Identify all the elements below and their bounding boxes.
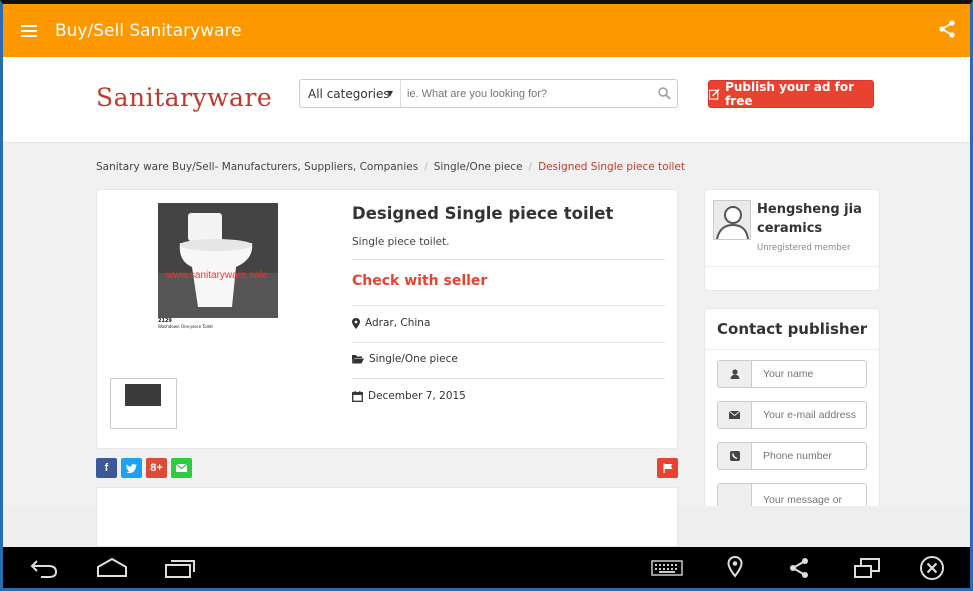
breadcrumb: Sanitary ware Buy/Sell- Manufacturers, S… <box>96 161 685 173</box>
twitter-share-button[interactable] <box>121 458 142 478</box>
search-icon[interactable] <box>651 87 677 100</box>
listing-date: December 7, 2015 <box>352 390 466 402</box>
listing-thumbnail[interactable] <box>110 378 177 429</box>
listing-card: www.sanitaryware.sale 2129 Washdown One-… <box>96 189 678 449</box>
map-marker-icon <box>352 317 360 329</box>
listing-category: Single/One piece <box>352 353 458 365</box>
email-share-button[interactable] <box>171 458 192 478</box>
seller-status: Unregistered member <box>757 243 851 253</box>
hamburger-icon[interactable] <box>3 24 55 37</box>
home-icon[interactable] <box>95 557 129 583</box>
site-header: Sanitaryware All categories ▼ Publish yo… <box>3 57 970 143</box>
window-resize-icon[interactable] <box>853 557 881 583</box>
listing-category-text[interactable]: Single/One piece <box>369 353 458 365</box>
listing-description-card <box>96 487 678 547</box>
photo-caption: 2129 Washdown One-piece Toilet <box>158 318 278 356</box>
listing-title: Designed Single piece toilet <box>352 204 614 223</box>
share-icon[interactable] <box>788 557 810 583</box>
report-flag-button[interactable] <box>657 458 678 478</box>
folder-open-icon <box>352 355 364 364</box>
divider <box>352 342 665 343</box>
listing-main-photo[interactable]: www.sanitaryware.sale <box>158 203 278 318</box>
envelope-icon <box>176 464 187 472</box>
app-window: Buy/Sell Sanitaryware Sanitaryware All c… <box>0 0 973 591</box>
publish-ad-label: Publish your ad for free <box>725 80 855 108</box>
caret-down-icon: ▼ <box>386 89 393 98</box>
phone-input[interactable] <box>752 443 866 469</box>
listing-location: Adrar, China <box>352 317 430 329</box>
listing-location-text: Adrar, China <box>365 317 431 329</box>
android-navigation-bar <box>3 547 970 588</box>
back-icon[interactable] <box>29 557 59 583</box>
email-field <box>717 401 867 429</box>
divider <box>705 266 879 267</box>
search-input[interactable] <box>401 80 651 107</box>
photo-watermark: www.sanitaryware.sale <box>166 270 268 281</box>
search-bar: All categories ▼ <box>299 79 678 108</box>
name-input[interactable] <box>752 361 866 387</box>
recent-apps-icon[interactable] <box>163 557 197 583</box>
breadcrumb-separator: / <box>424 161 428 173</box>
listing-subtitle: Single piece toilet. <box>352 236 450 248</box>
listing-date-text: December 7, 2015 <box>368 390 466 402</box>
breadcrumb-item-current: Designed Single piece toilet <box>538 161 685 173</box>
category-select-value: All categories <box>308 86 390 101</box>
envelope-icon <box>718 402 752 428</box>
app-title: Buy/Sell Sanitaryware <box>55 20 242 41</box>
contact-title: Contact publisher <box>717 320 868 338</box>
flag-icon <box>663 463 672 473</box>
facebook-share-button[interactable]: f <box>96 458 117 478</box>
avatar <box>713 200 751 240</box>
divider <box>352 378 665 379</box>
seller-card: Hengsheng jia ceramics Unregistered memb… <box>704 189 880 291</box>
user-icon <box>718 361 752 387</box>
contact-publisher-card: Contact publisher <box>704 308 880 518</box>
location-icon[interactable] <box>727 555 743 582</box>
app-bar: Buy/Sell Sanitaryware <box>3 4 970 57</box>
share-buttons: f 8+ <box>96 458 192 478</box>
calendar-icon <box>352 390 363 402</box>
divider <box>352 305 665 306</box>
site-logo[interactable]: Sanitaryware <box>96 83 272 112</box>
thumbnail-image <box>125 384 161 406</box>
twitter-icon <box>126 463 137 473</box>
close-icon[interactable] <box>919 555 945 585</box>
phone-field <box>717 442 867 470</box>
breadcrumb-item-home[interactable]: Sanitary ware Buy/Sell- Manufacturers, S… <box>96 161 418 173</box>
name-field <box>717 360 867 388</box>
edit-icon <box>709 88 720 100</box>
google-plus-share-button[interactable]: 8+ <box>146 458 167 478</box>
divider <box>705 349 879 350</box>
divider <box>352 259 665 260</box>
seller-name[interactable]: Hengsheng jia ceramics <box>757 200 875 238</box>
listing-price: Check with seller <box>352 273 488 289</box>
email-input[interactable] <box>752 402 866 428</box>
phone-icon <box>718 443 752 469</box>
photo-caption-name: Washdown One-piece Toilet <box>158 324 213 329</box>
publish-ad-button[interactable]: Publish your ad for free <box>708 80 874 108</box>
breadcrumb-separator: / <box>528 161 533 173</box>
keyboard-icon[interactable] <box>651 560 683 580</box>
breadcrumb-item-category[interactable]: Single/One piece <box>434 161 523 173</box>
share-icon[interactable] <box>938 20 956 42</box>
category-select[interactable]: All categories ▼ <box>300 80 401 107</box>
